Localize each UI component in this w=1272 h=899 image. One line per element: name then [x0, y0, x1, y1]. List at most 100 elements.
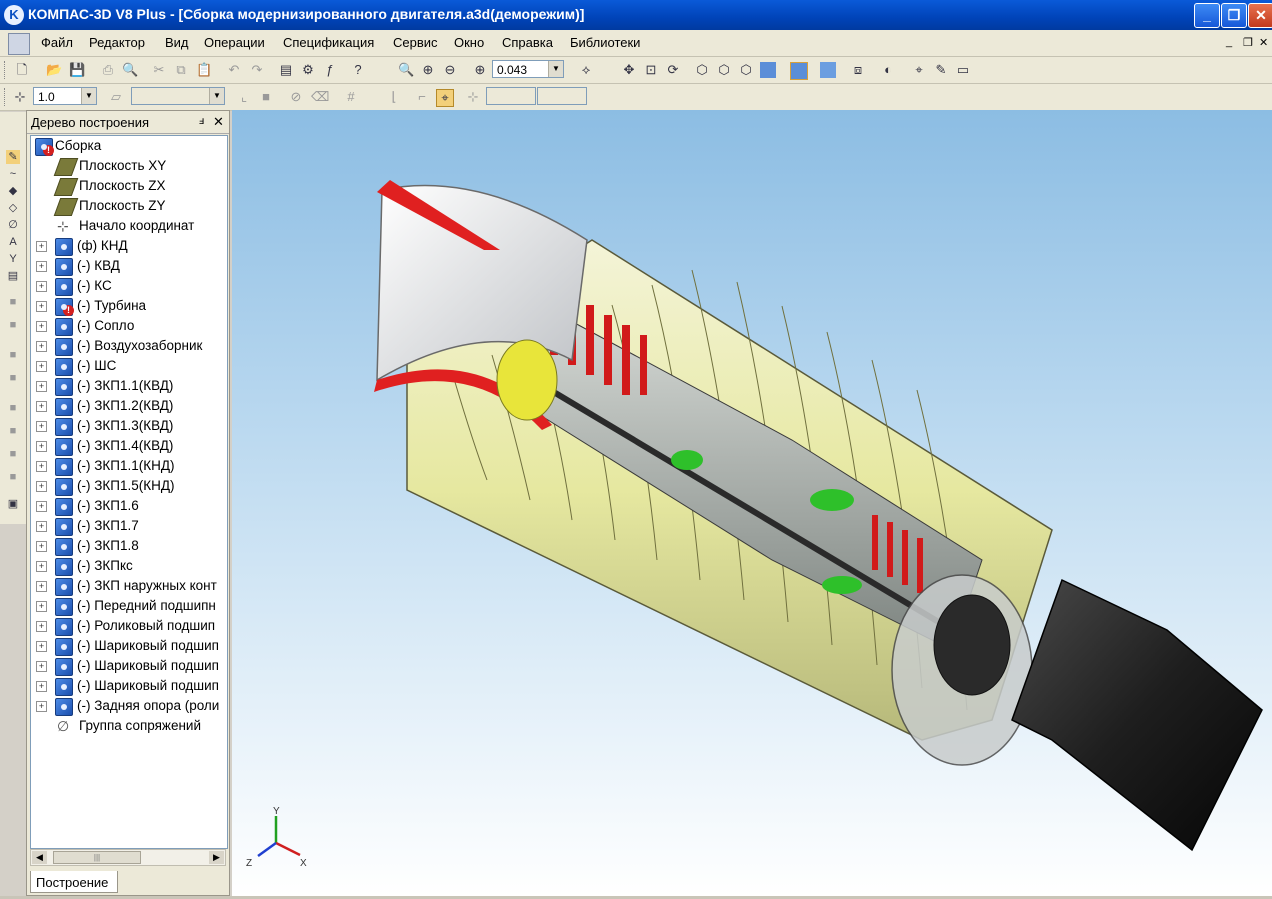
expand-icon[interactable]: + [36, 441, 47, 452]
grid-icon[interactable]: # [343, 89, 359, 105]
measure-icon[interactable]: ⌖ [911, 62, 927, 78]
menu-libraries[interactable]: Библиотеки [570, 35, 640, 50]
filter-icon[interactable]: Y [6, 252, 20, 266]
expand-icon[interactable]: + [36, 421, 47, 432]
thin-lines-icon[interactable]: ⬡ [738, 62, 754, 78]
tree-item[interactable]: + (-) Задняя опора (роли [31, 696, 227, 716]
save-icon[interactable]: 💾 [69, 62, 85, 78]
expand-icon[interactable]: + [36, 241, 47, 252]
expand-icon[interactable]: + [36, 641, 47, 652]
zoom-in-icon[interactable]: ⊕ [420, 62, 436, 78]
tree-item[interactable]: Плоскость ZY [31, 196, 227, 216]
rotate-icon[interactable]: ⟳ [665, 62, 681, 78]
tree-item[interactable]: + (-) Сопло [31, 316, 227, 336]
menu-service[interactable]: Сервис [393, 35, 438, 50]
scroll-thumb[interactable]: ||| [53, 851, 141, 864]
display-icon[interactable]: ▭ [955, 62, 971, 78]
expand-icon[interactable]: + [36, 401, 47, 412]
doc-close-button[interactable]: ✕ [1259, 36, 1268, 49]
snaps-enabled-icon[interactable]: ⌖ [436, 89, 454, 107]
pin-icon[interactable]: ⅎ [199, 115, 204, 127]
tree-item[interactable]: + (-) КС [31, 276, 227, 296]
cursor-step-icon[interactable]: ⊹ [12, 89, 28, 105]
tool-1-icon[interactable]: ■ [6, 295, 20, 309]
variables-icon[interactable]: ƒ [322, 62, 338, 78]
tools-icon[interactable]: ✎ [933, 62, 949, 78]
document-icon[interactable] [8, 33, 30, 55]
shaded-icon[interactable] [760, 62, 776, 78]
tree-item[interactable]: + (-) Роликовый подшип [31, 616, 227, 636]
expand-icon[interactable]: + [36, 341, 47, 352]
toolbar-grip[interactable] [4, 61, 8, 79]
tree-item[interactable]: + (-) ЗКП1.3(КВД) [31, 416, 227, 436]
expand-icon[interactable]: + [36, 301, 47, 312]
tree-item[interactable]: + (-) ЗКП1.7 [31, 516, 227, 536]
ortho-icon[interactable]: ⌐ [414, 89, 430, 105]
tree-item[interactable]: Сборка [31, 136, 227, 156]
scroll-left-icon[interactable]: ◀ [32, 851, 47, 864]
edit-assembly-icon[interactable]: ✎ [6, 150, 20, 164]
tree-item[interactable]: ⊹ Начало координат [31, 216, 227, 236]
tree-item[interactable]: + (-) ЗКП1.1(КВД) [31, 376, 227, 396]
tree-item[interactable]: + (-) ЗКП1.5(КНД) [31, 476, 227, 496]
zoom-scale-icon[interactable]: ⊕ [472, 62, 488, 78]
chevron-down-icon[interactable]: ▼ [209, 88, 224, 104]
orientation-icon[interactable]: ⟡ [578, 62, 594, 78]
cut-icon[interactable]: ✂ [151, 62, 167, 78]
tab-build[interactable]: Построение [30, 871, 118, 893]
menu-window[interactable]: Окно [454, 35, 484, 50]
component-icon[interactable]: ◐ [880, 62, 896, 78]
tool-9-icon[interactable]: ▣ [6, 497, 20, 511]
expand-icon[interactable]: + [36, 521, 47, 532]
layer-icon[interactable]: ▱ [108, 89, 124, 105]
properties-icon[interactable]: ⚙ [300, 62, 316, 78]
help-pointer-icon[interactable]: ? [350, 62, 366, 78]
tree-item[interactable]: + (-) ЗКПкс [31, 556, 227, 576]
chevron-down-icon[interactable]: ▼ [81, 88, 96, 104]
menu-operations[interactable]: Операции [204, 35, 265, 50]
tree-item[interactable]: Плоскость ZX [31, 176, 227, 196]
tree-item[interactable]: + (-) Шариковый подшип [31, 636, 227, 656]
surface-icon[interactable]: ◇ [6, 201, 20, 215]
local-cs-icon[interactable]: ⌊ [386, 89, 402, 105]
tool-3-icon[interactable]: ■ [6, 348, 20, 362]
step-field[interactable]: 1.0 ▼ [33, 87, 97, 105]
paste-icon[interactable]: 📋 [196, 62, 212, 78]
tree-item[interactable]: + (-) ЗКП1.4(КВД) [31, 436, 227, 456]
eraser-icon[interactable]: ⌫ [311, 89, 329, 105]
menu-file[interactable]: Файл [41, 35, 73, 50]
tree-item[interactable]: + (-) Шариковый подшип [31, 676, 227, 696]
coord-y-field[interactable] [537, 87, 587, 105]
manager-icon[interactable]: ▤ [278, 62, 294, 78]
panel-close-icon[interactable]: ✕ [213, 114, 224, 130]
tree-item[interactable]: + (-) Воздухозаборник [31, 336, 227, 356]
tool-7-icon[interactable]: ■ [6, 447, 20, 461]
tree-item[interactable]: Плоскость XY [31, 156, 227, 176]
expand-icon[interactable]: + [36, 681, 47, 692]
tree-hscroll[interactable]: ◀ ||| ▶ [30, 849, 226, 866]
undo-icon[interactable]: ↶ [226, 62, 242, 78]
coordinate-system-icon[interactable]: ⌞ [236, 89, 252, 105]
feature-icon[interactable]: ◆ [6, 184, 20, 198]
cube-icon[interactable]: ■ [258, 89, 274, 105]
menu-view[interactable]: Вид [165, 35, 189, 50]
model-viewport[interactable]: Y X Z [232, 110, 1272, 896]
spec-icon[interactable]: ▤ [6, 269, 20, 283]
doc-minimize-button[interactable]: _ [1226, 36, 1232, 48]
expand-icon[interactable]: + [36, 601, 47, 612]
expand-icon[interactable]: + [36, 701, 47, 712]
tree-item[interactable]: + (-) Турбина [31, 296, 227, 316]
scroll-right-icon[interactable]: ▶ [209, 851, 224, 864]
expand-icon[interactable]: + [36, 321, 47, 332]
library-manager-icon[interactable]: ⧈ [850, 62, 866, 78]
tree-item[interactable]: + (-) ЗКП наружных конт [31, 576, 227, 596]
expand-icon[interactable]: + [36, 501, 47, 512]
tree-item[interactable]: + (-) Передний подшипн [31, 596, 227, 616]
dimension-icon[interactable]: A [6, 235, 20, 249]
zoom-scale-field[interactable]: 0.043 ▼ [492, 60, 564, 78]
tree-item[interactable]: ∅ Группа сопряжений [31, 716, 227, 736]
coord-x-field[interactable] [486, 87, 536, 105]
expand-icon[interactable]: + [36, 261, 47, 272]
close-button[interactable]: ✕ [1248, 3, 1272, 28]
chevron-down-icon[interactable]: ▼ [548, 61, 563, 77]
